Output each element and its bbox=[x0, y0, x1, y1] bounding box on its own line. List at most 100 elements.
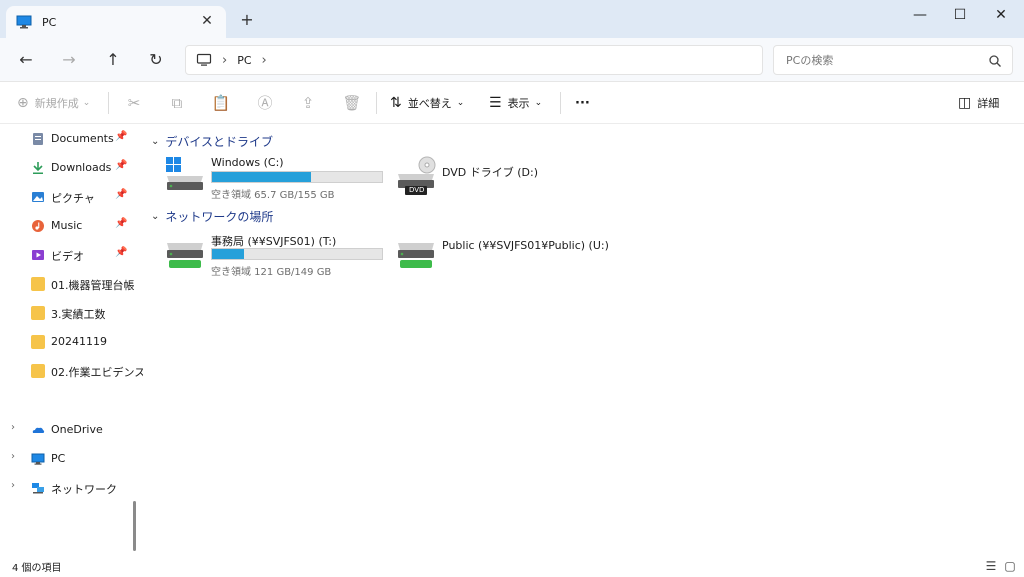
copy-icon[interactable]: ⧉ bbox=[166, 92, 188, 114]
paste-icon[interactable]: 📋 bbox=[210, 92, 232, 114]
cut-icon[interactable]: ✂ bbox=[123, 92, 145, 114]
windows-drive-icon bbox=[166, 157, 203, 190]
download-icon bbox=[33, 162, 43, 174]
status-bar: 4 個の項目 ☰ ▢ bbox=[0, 555, 1024, 577]
navigation-bar: ← → ↑ ↻ › PC › PCの検索 bbox=[0, 38, 1024, 82]
drive-free-space: 空き領域 121 GB/149 GB bbox=[211, 267, 332, 278]
scrollbar-thumb[interactable] bbox=[133, 501, 136, 551]
chevron-down-icon: ⌄ bbox=[151, 136, 160, 147]
chevron-right-icon[interactable]: › bbox=[262, 53, 267, 68]
drive-dvd[interactable]: DVD DVD ドライブ (D:) bbox=[396, 156, 626, 206]
back-button[interactable]: ← bbox=[12, 46, 40, 74]
sidebar-item-pictures[interactable]: ピクチャ 📌 bbox=[0, 183, 140, 211]
add-circle-icon: ⊕ bbox=[17, 95, 29, 111]
sort-icon: ⇅ bbox=[390, 95, 402, 111]
drive-free-space: 空き領域 65.7 GB/155 GB bbox=[211, 190, 335, 201]
drive-name: DVD ドライブ (D:) bbox=[442, 166, 539, 179]
chevron-down-icon: ⌄ bbox=[82, 98, 91, 108]
drive-name: 事務局 (¥¥SVJFS01) (T:) bbox=[211, 235, 337, 248]
chevron-right-icon[interactable]: › bbox=[11, 422, 15, 433]
drive-t[interactable]: 事務局 (¥¥SVJFS01) (T:) 空き領域 121 GB/149 GB bbox=[165, 233, 395, 283]
refresh-button[interactable]: ↻ bbox=[142, 46, 170, 74]
minimize-button[interactable]: — bbox=[905, 4, 935, 26]
pictures-icon bbox=[32, 192, 44, 202]
folder-icon bbox=[31, 306, 45, 320]
sidebar-item-folder[interactable]: 02.作業エビデンス bbox=[0, 357, 143, 385]
chevron-right-icon: › bbox=[222, 52, 228, 68]
sidebar-item-music[interactable]: Music 📌 bbox=[0, 212, 140, 240]
search-icon bbox=[989, 55, 1001, 67]
chevron-down-icon: ⌄ bbox=[534, 98, 543, 108]
close-tab-icon[interactable]: ✕ bbox=[198, 12, 216, 30]
details-pane-button[interactable]: ◫ 詳細 bbox=[958, 92, 999, 114]
network-drive-icon bbox=[398, 243, 434, 268]
delete-icon[interactable]: 🗑 bbox=[341, 92, 363, 114]
drive-usage-bar bbox=[211, 171, 383, 183]
tab-title: PC bbox=[42, 15, 57, 29]
tiles-view-icon[interactable]: ▢ bbox=[1002, 558, 1018, 574]
search-placeholder: PCの検索 bbox=[786, 54, 834, 67]
sort-label: 並べ替え bbox=[407, 97, 452, 110]
folder-icon bbox=[31, 364, 45, 378]
details-pane-icon: ◫ bbox=[958, 95, 972, 111]
drive-name: Public (¥¥SVJFS01¥Public) (U:) bbox=[442, 239, 609, 252]
close-window-button[interactable]: ✕ bbox=[986, 4, 1016, 26]
pin-icon[interactable]: 📌 bbox=[115, 131, 127, 142]
sidebar-item-downloads[interactable]: Downloads 📌 bbox=[0, 154, 140, 182]
network-icon bbox=[32, 483, 44, 494]
pc-icon bbox=[196, 53, 212, 66]
sidebar-item-folder[interactable]: 01.機器管理台帳 bbox=[0, 270, 140, 298]
divider bbox=[560, 92, 561, 114]
sort-button[interactable]: ⇅ 並べ替え ⌄ bbox=[390, 92, 464, 114]
onedrive-icon bbox=[32, 427, 45, 433]
drive-c[interactable]: Windows (C:) 空き領域 65.7 GB/155 GB bbox=[165, 156, 395, 206]
sidebar-scrollbar[interactable] bbox=[133, 126, 136, 551]
maximize-button[interactable]: ☐ bbox=[945, 4, 975, 26]
drive-usage-bar bbox=[211, 248, 383, 260]
rename-icon[interactable]: Ⓐ bbox=[254, 92, 276, 114]
network-drive-icon bbox=[167, 243, 203, 268]
share-icon[interactable]: ⇪ bbox=[297, 92, 319, 114]
drive-name: Windows (C:) bbox=[211, 156, 284, 169]
tab-pc[interactable]: PC ✕ bbox=[6, 6, 226, 38]
sidebar-item-documents[interactable]: Documents 📌 bbox=[0, 125, 140, 153]
sidebar-item-folder[interactable]: 20241119 bbox=[0, 328, 140, 356]
more-options-button[interactable]: ··· bbox=[575, 92, 590, 114]
view-button[interactable]: ☰ 表示 ⌄ bbox=[489, 92, 542, 114]
pc-icon bbox=[31, 453, 45, 465]
new-tab-button[interactable]: + bbox=[237, 10, 257, 30]
details-view-icon[interactable]: ☰ bbox=[983, 558, 999, 574]
pin-icon[interactable]: 📌 bbox=[115, 247, 127, 258]
chevron-right-icon[interactable]: › bbox=[11, 480, 15, 491]
sidebar-item-network[interactable]: › ネットワーク bbox=[0, 474, 140, 502]
video-icon bbox=[32, 250, 44, 260]
dvd-badge: DVD bbox=[409, 186, 425, 194]
sidebar-item-folder[interactable]: 3.実績工数 bbox=[0, 299, 140, 327]
chevron-down-icon: ⌄ bbox=[456, 98, 465, 108]
group-header-network[interactable]: ⌄ ネットワークの場所 bbox=[151, 208, 273, 225]
title-bar: PC ✕ + — ☐ ✕ bbox=[0, 0, 1024, 38]
chevron-right-icon[interactable]: › bbox=[11, 451, 15, 462]
new-button[interactable]: ⊕ 新規作成 ⌄ bbox=[17, 92, 90, 114]
navigation-pane: Documents 📌 Downloads 📌 ピクチャ 📌 Music 📌 ビ… bbox=[0, 124, 143, 555]
pin-icon[interactable]: 📌 bbox=[115, 218, 127, 229]
details-label: 詳細 bbox=[977, 97, 1000, 110]
sidebar-item-pc[interactable]: › PC bbox=[0, 445, 140, 473]
up-button[interactable]: ↑ bbox=[99, 46, 127, 74]
chevron-down-icon: ⌄ bbox=[151, 211, 160, 222]
pin-icon[interactable]: 📌 bbox=[115, 189, 127, 200]
sidebar-item-videos[interactable]: ビデオ 📌 bbox=[0, 241, 140, 269]
sidebar-item-onedrive[interactable]: › OneDrive bbox=[0, 416, 140, 444]
view-label: 表示 bbox=[507, 97, 530, 110]
search-input[interactable]: PCの検索 bbox=[773, 45, 1013, 75]
pc-icon bbox=[16, 15, 32, 29]
forward-button[interactable]: → bbox=[55, 46, 83, 74]
breadcrumb-pc[interactable]: PC bbox=[237, 54, 251, 67]
address-bar[interactable]: › PC › bbox=[185, 45, 763, 75]
content-area: ⌄ デバイスとドライブ Windows (C:) 空き領域 65.7 GB/15… bbox=[143, 124, 1024, 555]
folder-icon bbox=[31, 277, 45, 291]
group-header-devices[interactable]: ⌄ デバイスとドライブ bbox=[151, 133, 273, 150]
command-bar: ⊕ 新規作成 ⌄ ✂ ⧉ 📋 Ⓐ ⇪ 🗑 ⇅ 並べ替え ⌄ ☰ 表示 ⌄ ···… bbox=[0, 82, 1024, 124]
pin-icon[interactable]: 📌 bbox=[115, 160, 127, 171]
drive-u[interactable]: Public (¥¥SVJFS01¥Public) (U:) bbox=[396, 233, 656, 283]
